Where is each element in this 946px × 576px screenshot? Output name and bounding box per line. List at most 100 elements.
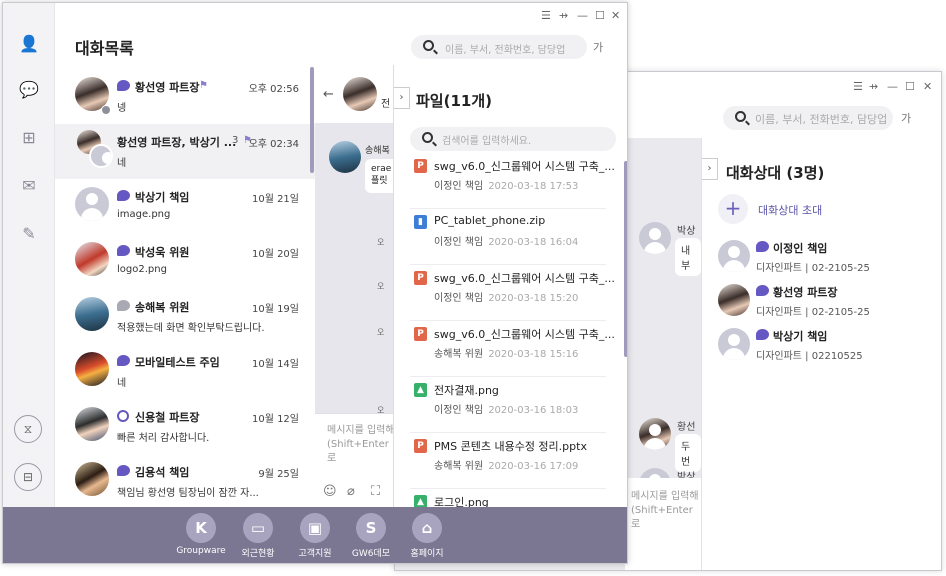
file-item[interactable]: ▮ PC_tablet_phone.zip 이정인 책임 2020-03-18 1… [410,209,606,265]
minimize-icon[interactable]: — [577,9,588,22]
chat-name: 김용석 책임 [135,466,190,479]
car-icon: ▭ [243,513,273,543]
participant-row[interactable]: 박상기 책임 디자인파트 | 02210525 [718,328,938,368]
file-name: swg_v6.0_신그룹웨어 시스템 구축_... [434,272,615,285]
mail-icon[interactable]: ✉ [17,175,41,197]
participants-panel: › 대화상대 (3명) + 대화상대 초대 이정인 책임 디자인파트 | 02-… [701,138,941,570]
file-date: 2020-03-16 17:09 [488,461,579,472]
minimize-icon[interactable]: — [887,80,898,93]
chat-list-item[interactable]: 황선영 파트장, 박상기 ... 3 ⚑ 오후 02:34 네 [55,124,315,179]
app-label: 고객지원 [298,549,332,559]
chat-status-icon [117,465,130,476]
avatar [639,222,671,254]
chat-list-item[interactable]: 박성욱 위원 10월 20일 logo2.png [55,234,315,289]
chat-status-icon [756,285,769,296]
inbox-icon[interactable]: ⊟ [14,463,42,491]
pin-icon: ⚑ [199,80,208,91]
search-input[interactable]: 이름, 부서, 전화번호, 담당업 [723,106,893,130]
font-size-toggle[interactable]: 가 [901,110,911,126]
search-input[interactable]: 이름, 부서, 전화번호, 담당업 [411,35,587,59]
message-input[interactable]: 메시지를 입력해 (Shift+Enter로 [625,478,701,570]
search-icon [423,40,434,51]
close-icon[interactable]: ✕ [923,80,932,93]
chat-preview: 책임님 황선영 팀장님이 잠깐 자... [117,488,259,499]
file-name: PMS 콘텐츠 내용수정 정리.pptx [434,440,587,453]
scrollbar[interactable] [624,161,627,357]
emoji-icon[interactable]: ☺ [323,484,337,499]
chat-icon[interactable]: 💬 [17,79,41,101]
file-item[interactable]: P swg_v6.0_신그룹웨어 시스템 구축_... 이정인 책임 2020-0… [410,265,615,321]
homepage-button[interactable]: ⌂ 홈페이지 [397,513,457,563]
scrollbar[interactable] [310,67,314,173]
file-meta: 이정인 책임 2020-03-18 15:20 [434,289,578,304]
menu-icon[interactable]: ☰ [541,9,551,22]
file-date: 2020-03-18 16:04 [488,237,579,248]
chat-status-icon [117,80,130,91]
message-text: erae [371,164,392,174]
contacts-icon[interactable]: 👤 [17,33,41,55]
collapse-panel-button[interactable]: › [394,87,410,109]
chat-list-item[interactable]: 김용석 책임 9월 25일 책임님 황선영 팀장님이 잠깐 자... [55,454,315,509]
back-arrow-icon[interactable]: ← [323,87,334,102]
file-item[interactable]: P PMS 콘텐츠 내용수정 정리.pptx 송해복 위원 2020-03-16 … [410,433,606,489]
org-chart-icon[interactable]: ⊞ [17,127,41,149]
do-not-disturb-icon[interactable]: ⧖ [14,415,42,443]
participant-dept: 디자인파트 | 02-2105-25 [756,263,870,274]
avatar [718,328,750,360]
capture-icon[interactable]: ⛶ [371,484,380,499]
maximize-icon[interactable]: ☐ [595,9,605,22]
file-item[interactable]: ▲ 전자결재.png 이정인 책임 2020-03-16 18:03 [410,377,606,433]
file-search-input[interactable]: 검색어를 입력하세요. [410,127,616,151]
monitor-icon: ▣ [300,513,330,543]
participant-row[interactable]: 황선영 파트장 디자인파트 | 02-2105-25 [718,284,938,324]
file-item[interactable]: P swg_v6.0_신그룹웨어 시스템 구축_... 송해복 위원 2020-0… [410,321,615,377]
chat-preview: 넹 [117,103,127,114]
chat-list-item[interactable]: 송해복 위원 10월 19일 적용했는데 화면 확인부탁드립니다. [55,289,315,344]
pin-window-icon[interactable]: ⇸ [869,80,878,93]
menu-icon[interactable]: ☰ [853,80,863,93]
search-icon [735,111,746,122]
note-icon[interactable]: ✎ [17,223,41,245]
invite-button[interactable]: + [718,194,748,224]
file-uploader: 이정인 책임 [434,293,484,304]
chat-name: 황선영 파트장 [135,81,200,94]
file-meta: 이정인 책임 2020-03-18 16:04 [434,233,578,248]
avatar [329,141,361,173]
chat-status-icon [756,329,769,340]
customer-support-button[interactable]: ▣ 고객지원 [285,513,345,563]
chat-list-item[interactable]: 신용철 파트장 10월 12일 빠른 처리 감사합니다. [55,399,315,454]
chat-status-icon [117,190,130,201]
file-name: PC_tablet_phone.zip [434,214,546,227]
groupware-button[interactable]: K Groupware [171,513,231,563]
file-uploader: 이정인 책임 [434,405,484,416]
field-work-button[interactable]: ▭ 외근현황 [228,513,288,563]
app-label: 외근현황 [241,549,275,559]
avatar [718,240,750,272]
app-label: GW6데모 [351,549,391,559]
chat-list-item[interactable]: 모바일테스트 주임 10월 14일 네 [55,344,315,399]
message-time: 오 [377,238,385,247]
zip-file-icon: ▮ [414,215,427,229]
image-file-icon: ▲ [414,383,427,397]
message-placeholder: 메시지를 입력해 (Shift+Enter로 [327,425,395,464]
message-time: 오 [377,328,385,337]
participants-title: 대화상대 (3명) [726,164,825,182]
participant-row[interactable]: 이정인 책임 디자인파트 | 02-2105-25 [718,240,938,280]
pin-window-icon[interactable]: ⇸ [559,9,568,22]
chat-status-icon [117,300,130,311]
maximize-icon[interactable]: ☐ [905,80,915,93]
chat-list-item[interactable]: 황선영 파트장 ⚑ 오후 02:56 넹 [55,69,315,124]
attach-icon[interactable]: ⌀ [347,484,355,499]
avatar [639,418,671,450]
chat-name: 박성욱 위원 [135,246,190,259]
file-item[interactable]: P swg_v6.0_신그룹웨어 시스템 구축_... 이정인 책임 2020-0… [410,153,615,209]
gw6-demo-button[interactable]: S GW6데모 [341,513,401,563]
chat-preview: image.png [117,209,171,220]
file-item[interactable]: ▲ 로그인.png [410,489,606,507]
message-input[interactable]: 메시지를 입력해 (Shift+Enter로 ☺ ⌀ ⛶ [315,413,395,507]
font-size-toggle[interactable]: 가 [593,39,603,55]
chat-list-item[interactable]: 박상기 책임 10월 21일 image.png [55,179,315,234]
close-icon[interactable]: ✕ [611,9,620,22]
invite-label[interactable]: 대화상대 초대 [758,202,822,218]
collapse-panel-button[interactable]: › [702,158,718,180]
